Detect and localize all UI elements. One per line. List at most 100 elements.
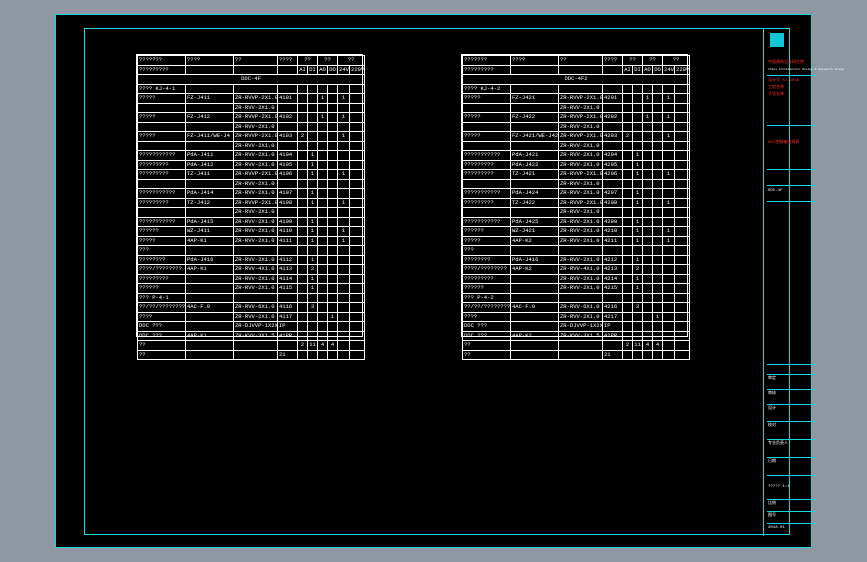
table-cell [510, 207, 559, 218]
table-cell [558, 340, 603, 351]
table-cell: ZR-RVVP-2X1.0 [233, 169, 278, 180]
table-cell [674, 207, 691, 218]
table-cell: 11 [631, 340, 644, 351]
table-cell [337, 273, 351, 284]
table-cell: 4113 [277, 264, 298, 275]
table-cell: 21 [602, 349, 623, 360]
table-cell: ZR-RVV-2X1.0 [233, 121, 278, 132]
table-cell: ????? [137, 112, 186, 123]
table-cell: 1 [306, 254, 319, 265]
table-cell [652, 235, 664, 246]
table-cell: ??? P-4-2 [462, 292, 511, 303]
cable-table-left: ???????????????????????????????? AI DI AO DO… [136, 54, 366, 360]
table-cell [622, 226, 633, 237]
cable-table-right: ???????????????????????????????? AI DI AO DO… [461, 54, 691, 360]
table-cell [337, 102, 351, 113]
table-cell [662, 178, 676, 189]
table-cell [297, 226, 308, 237]
table-cell: FZ-J411 [185, 93, 234, 104]
table-cell [662, 254, 676, 265]
table-cell [674, 292, 691, 303]
table-cell [327, 321, 339, 332]
table-cell [317, 150, 329, 161]
table-cell [327, 121, 339, 132]
table-cell [674, 216, 691, 227]
table-cell [327, 207, 339, 218]
table-row: ??????????? PdA-J415 ZR-RVV-2X1.0 4109 1 [137, 216, 366, 227]
table-cell [622, 283, 633, 294]
table-cell: 4206 [602, 169, 623, 180]
table-cell [652, 292, 664, 303]
table-header-cell: ???? [602, 55, 623, 66]
table-cell: FZ-J421 [510, 93, 559, 104]
table-cell [662, 245, 676, 256]
table-cell: 4116 [277, 302, 298, 313]
table-cell [662, 150, 676, 161]
table-header-cell: ?? [317, 55, 339, 66]
table-cell [622, 311, 633, 322]
table-cell [652, 226, 664, 237]
table-cell: PdA-J412 [185, 159, 234, 170]
table-cell: 1 [662, 235, 676, 246]
tb-line-5: 审核 [768, 392, 776, 396]
table-cell: ZR-RVV-2X1.0 [233, 178, 278, 189]
table-cell [642, 216, 654, 227]
table-cell [642, 169, 654, 180]
table-cell [510, 311, 559, 322]
table-cell [674, 178, 691, 189]
table-cell [652, 197, 664, 208]
table-cell [233, 292, 278, 303]
table-subheader-cell: 220V [674, 64, 691, 75]
table-cell [317, 311, 329, 322]
table-cell [662, 102, 676, 113]
table-row: ????/???????? 4AP-K1 ZR-RVV-4X1.0 4113 2 [137, 264, 366, 275]
table-cell [622, 254, 633, 265]
table-subheader-cell [233, 64, 278, 75]
table-cell [652, 264, 664, 275]
table-cell [462, 207, 511, 218]
table-cell: 4 [652, 340, 664, 351]
table-cell [558, 292, 603, 303]
table-cell [317, 216, 329, 227]
table-cell: ZR-RVVP-2X1.0 [233, 112, 278, 123]
table-cell: ??? P-4-1 [137, 292, 186, 303]
table-cell: ZR-KVV-3X1.5 [233, 330, 278, 341]
table-cell [652, 330, 664, 341]
table-cell: 1 [337, 112, 351, 123]
table-cell [297, 93, 308, 104]
table-cell: ????????? [462, 197, 511, 208]
table-cell: ZR-DJVVP-1X2X1.0 [233, 321, 278, 332]
table-cell [137, 102, 186, 113]
table-row: ?????? WZ-J421 ZR-RVV-2X1.0 4210 1 1 [462, 226, 691, 237]
table-cell [622, 83, 633, 94]
table-cell: ZR-RVV-2X1.0 [233, 273, 278, 284]
table-cell: WZ-J411 [185, 226, 234, 237]
table-row: ZR-RVV-2X1.0 [137, 207, 366, 218]
table-cell [652, 112, 664, 123]
table-cell: PdA-J414 [185, 188, 234, 199]
table-cell [662, 188, 676, 199]
table-row: ??? P-4-2 [462, 292, 691, 303]
table-subheader-cell: DI [306, 64, 319, 75]
table-row: ????? FZ-J421/WE-J42 ZR-RVVP-2X1.0 4203 2 1 [462, 131, 691, 142]
table-cell: 4213 [602, 264, 623, 275]
table-cell [327, 254, 339, 265]
table-row: ???? KJ-4-1 [137, 83, 366, 94]
table-cell [510, 349, 559, 360]
table-cell [317, 264, 329, 275]
table-cell [317, 349, 329, 360]
table-cell: 42PR [602, 330, 623, 341]
table-subheader-cell [277, 64, 298, 75]
table-cell [317, 131, 329, 142]
table-cell [306, 102, 319, 113]
table-cell [337, 150, 351, 161]
table-cell: DDC ??? [462, 321, 511, 332]
table-cell: ?? [462, 340, 511, 351]
table-subheader-cell: ????????? [462, 64, 511, 75]
table-cell: 1 [337, 197, 351, 208]
table-cell: PdA-J421 [510, 150, 559, 161]
table-cell [622, 178, 633, 189]
table-row: DDC ??? ZR-DJVVP-1X2X1.0IP [137, 321, 366, 332]
tb-line-8: 专业负责人 [768, 442, 788, 446]
table-cell [233, 340, 278, 351]
